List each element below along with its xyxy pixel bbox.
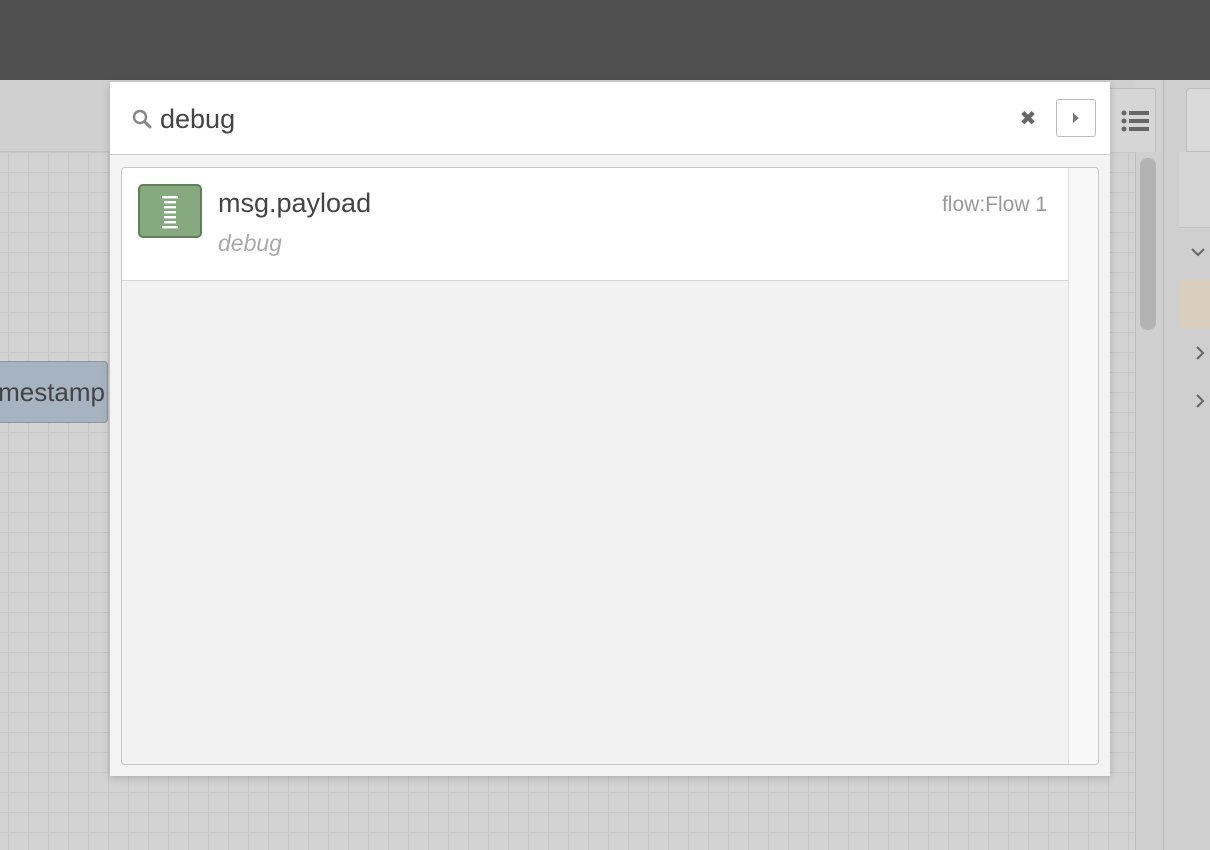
result-type: debug	[218, 230, 282, 256]
search-icon	[132, 109, 152, 129]
debug-node-icon	[138, 184, 202, 238]
sidebar-row-expanded[interactable]	[1179, 228, 1210, 276]
sidebar-section	[1179, 152, 1210, 228]
sidebar-tab[interactable]	[1186, 88, 1210, 152]
inject-node[interactable]: mestamp	[0, 361, 108, 423]
sidebar-row[interactable]	[1179, 329, 1210, 377]
node-label: mestamp	[0, 376, 105, 407]
result-title: msg.payload	[218, 188, 372, 218]
chevron-down-icon	[1191, 248, 1205, 257]
sidebar-row-selected[interactable]	[1179, 280, 1210, 328]
caret-right-icon	[1073, 113, 1079, 123]
search-result-item[interactable]: msg.payload debug flow:Flow 1	[122, 168, 1069, 281]
results-scrollbar[interactable]	[1068, 168, 1098, 764]
search-dialog: ✖ msg.payload debug flow:Flo	[110, 82, 1110, 776]
search-bar: ✖	[110, 82, 1110, 155]
search-input[interactable]	[160, 100, 1000, 138]
chevron-right-icon	[1196, 394, 1205, 408]
close-icon[interactable]: ✖	[1018, 106, 1038, 130]
chevron-right-icon	[1196, 346, 1205, 360]
next-result-button[interactable]	[1056, 99, 1096, 137]
list-icon	[1121, 110, 1149, 131]
search-results-list[interactable]: msg.payload debug flow:Flow 1	[121, 167, 1099, 765]
sidebar-row[interactable]	[1179, 377, 1210, 425]
result-flow: flow:Flow 1	[941, 193, 1047, 216]
debug-icon	[162, 196, 178, 229]
header-bar	[0, 0, 1210, 80]
canvas-scrollbar-thumb[interactable]	[1140, 158, 1156, 330]
